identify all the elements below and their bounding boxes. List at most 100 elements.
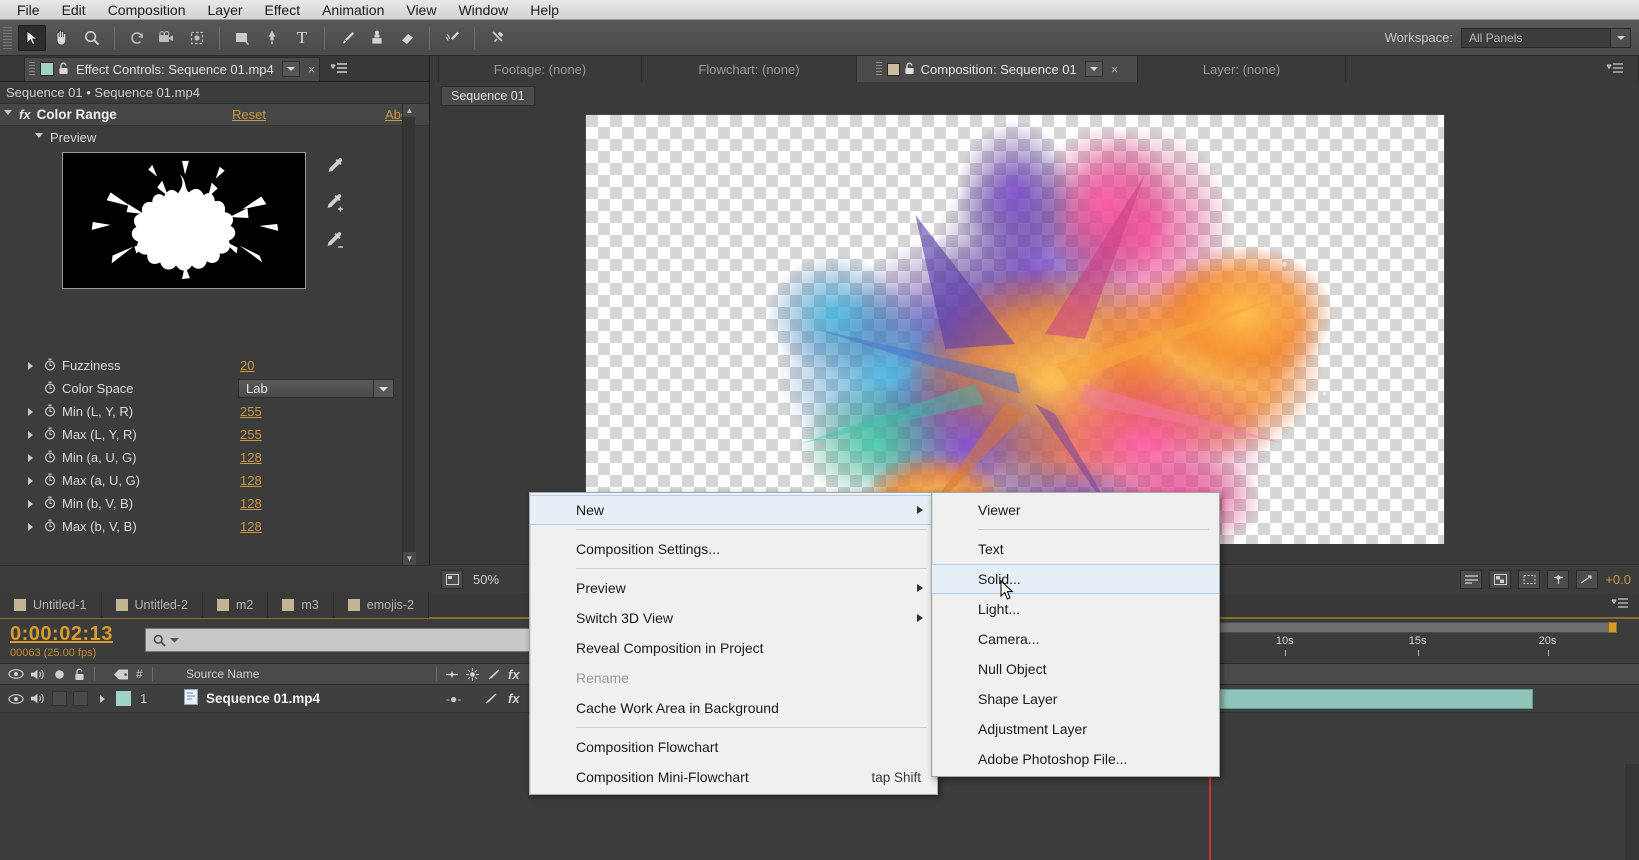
menu-item-animation[interactable]: Animation [311, 0, 395, 20]
param-row-min-lyr[interactable]: Min (L, Y, R) 255 [0, 400, 429, 423]
pan-behind-tool-icon[interactable] [183, 25, 211, 51]
tab-dropdown-icon[interactable] [1084, 61, 1103, 77]
selection-tool-icon[interactable] [18, 24, 46, 51]
camera-tool-icon[interactable] [153, 25, 181, 51]
tab-footage[interactable]: Footage: (none) [439, 56, 642, 82]
context-menu-item-reveal-composition-in-project[interactable]: Reveal Composition in Project [530, 633, 937, 663]
submenu-item-adobe-photoshop-file[interactable]: Adobe Photoshop File... [932, 744, 1219, 774]
work-area-end-handle[interactable] [1608, 622, 1617, 633]
stopwatch-icon[interactable] [44, 427, 56, 443]
stopwatch-icon[interactable] [44, 496, 56, 512]
audio-mute-icon[interactable] [30, 668, 46, 681]
param-row-max-bvb[interactable]: Max (b, V, B) 128 [0, 515, 429, 538]
playhead-line[interactable] [1209, 764, 1211, 860]
param-value[interactable]: 255 [240, 404, 262, 419]
lock-icon[interactable] [58, 62, 70, 76]
layer-label-color[interactable] [116, 691, 131, 706]
timeline-vertical-scrollbar[interactable] [1625, 764, 1639, 860]
param-row-min-bvb[interactable]: Min (b, V, B) 128 [0, 492, 429, 515]
param-row-max-aug[interactable]: Max (a, U, G) 128 [0, 469, 429, 492]
effect-header-color-range[interactable]: fx Color Range Reset Abo [0, 104, 429, 126]
param-value[interactable]: 128 [240, 496, 262, 511]
param-twirl-icon[interactable] [28, 361, 33, 370]
param-twirl-icon[interactable] [28, 430, 33, 439]
param-twirl-icon[interactable] [28, 499, 33, 508]
param-twirl-icon[interactable] [28, 522, 33, 531]
stopwatch-icon[interactable] [44, 473, 56, 489]
region-of-interest-icon[interactable] [1518, 569, 1541, 589]
context-menu-item-preview[interactable]: Preview [530, 573, 937, 603]
stopwatch-icon[interactable] [44, 519, 56, 535]
context-menu-item-composition-settings[interactable]: Composition Settings... [530, 534, 937, 564]
timeline-tab-m2[interactable]: m2 [203, 592, 269, 618]
timeline-search-input[interactable] [145, 628, 535, 652]
stopwatch-icon[interactable] [44, 381, 56, 397]
context-menu-item-composition-flowchart[interactable]: Composition Flowchart [530, 732, 937, 762]
video-visibility-icon[interactable] [8, 668, 24, 680]
context-menu-item-composition-mini-flowchart[interactable]: Composition Mini-Flowchart tap Shift [530, 762, 937, 792]
puppet-pin-tool-icon[interactable] [483, 25, 511, 51]
tab-dropdown-icon[interactable] [281, 61, 300, 77]
submenu-item-shape-layer[interactable]: Shape Layer [932, 684, 1219, 714]
submenu-item-light[interactable]: Light... [932, 594, 1219, 624]
context-menu-item-cache-work-area-in-background[interactable]: Cache Work Area in Background [530, 693, 937, 723]
stopwatch-icon[interactable] [44, 404, 56, 420]
param-value[interactable]: 128 [240, 450, 262, 465]
viewer-panel-menu[interactable] [1346, 56, 1639, 82]
menu-item-layer[interactable]: Layer [197, 0, 254, 20]
close-icon[interactable]: × [1111, 62, 1119, 77]
param-twirl-icon[interactable] [28, 407, 33, 416]
rotation-tool-icon[interactable] [123, 25, 151, 51]
reset-link[interactable]: Reset [232, 107, 266, 122]
layer-name[interactable]: Sequence 01.mp4 [206, 691, 320, 706]
viewer-stage[interactable] [431, 110, 1639, 544]
tab-flowchart[interactable]: Flowchart: (none) [642, 56, 857, 82]
solo-icon[interactable] [54, 669, 65, 680]
scroll-down-icon[interactable]: ▼ [403, 552, 416, 565]
param-twirl-icon[interactable] [28, 476, 33, 485]
submenu-item-text[interactable]: Text [932, 534, 1219, 564]
shape-tool-icon[interactable] [228, 25, 256, 51]
timeline-tab-m3[interactable]: m3 [268, 592, 334, 618]
param-row-fuzziness[interactable]: Fuzziness 20 [0, 354, 429, 377]
param-value[interactable]: 20 [240, 358, 254, 373]
preview-twirl-icon[interactable] [35, 132, 43, 142]
toolbar-grip[interactable] [3, 26, 12, 49]
color-space-select[interactable]: Lab [238, 379, 394, 398]
toggle-transparency-grid-icon[interactable] [1489, 569, 1512, 589]
column-header-source-name[interactable]: Source Name [186, 667, 259, 681]
viewer-tab-grip[interactable] [431, 56, 439, 82]
layer-motion-blur-toggle[interactable]: -●- [446, 692, 461, 706]
menu-item-window[interactable]: Window [447, 0, 519, 20]
zoom-tool-icon[interactable] [78, 25, 106, 51]
effect-controls-scrollbar[interactable]: ▲ ▼ [402, 104, 416, 565]
scroll-up-icon[interactable]: ▲ [403, 104, 416, 117]
menu-item-composition[interactable]: Composition [97, 0, 197, 20]
layer-video-toggle-icon[interactable] [8, 693, 24, 705]
panel-menu-icon[interactable] [330, 62, 348, 75]
param-row-color-space[interactable]: Color Space Lab [0, 377, 429, 400]
effects-fx-icon[interactable]: fx [508, 667, 520, 682]
label-color-icon[interactable] [113, 668, 130, 681]
submenu-item-viewer[interactable]: Viewer [932, 495, 1219, 525]
lock-icon[interactable] [74, 668, 85, 681]
composition-canvas[interactable] [585, 114, 1445, 544]
menu-item-view[interactable]: View [395, 0, 447, 20]
current-timecode[interactable]: 0:00:02:13 [10, 623, 113, 646]
layer-lock-toggle[interactable] [73, 691, 88, 706]
clone-stamp-tool-icon[interactable] [363, 25, 391, 51]
stopwatch-icon[interactable] [44, 358, 56, 374]
submenu-item-null-object[interactable]: Null Object [932, 654, 1219, 684]
param-value[interactable]: 128 [240, 519, 262, 534]
layer-audio-toggle-icon[interactable] [30, 692, 46, 705]
submenu-item-adjustment-layer[interactable]: Adjustment Layer [932, 714, 1219, 744]
zoom-level[interactable]: 50% [473, 572, 499, 587]
param-value[interactable]: 128 [240, 473, 262, 488]
eyedropper-plus-icon[interactable] [320, 190, 348, 218]
context-menu-item-switch-3d-view[interactable]: Switch 3D View [530, 603, 937, 633]
effects-star-icon[interactable] [466, 667, 479, 681]
param-value[interactable]: 255 [240, 427, 262, 442]
submenu-item-camera[interactable]: Camera... [932, 624, 1219, 654]
menu-item-effect[interactable]: Effect [254, 0, 312, 20]
tab-effect-controls[interactable]: Effect Controls: Sequence 01.mp4 × [24, 56, 321, 81]
